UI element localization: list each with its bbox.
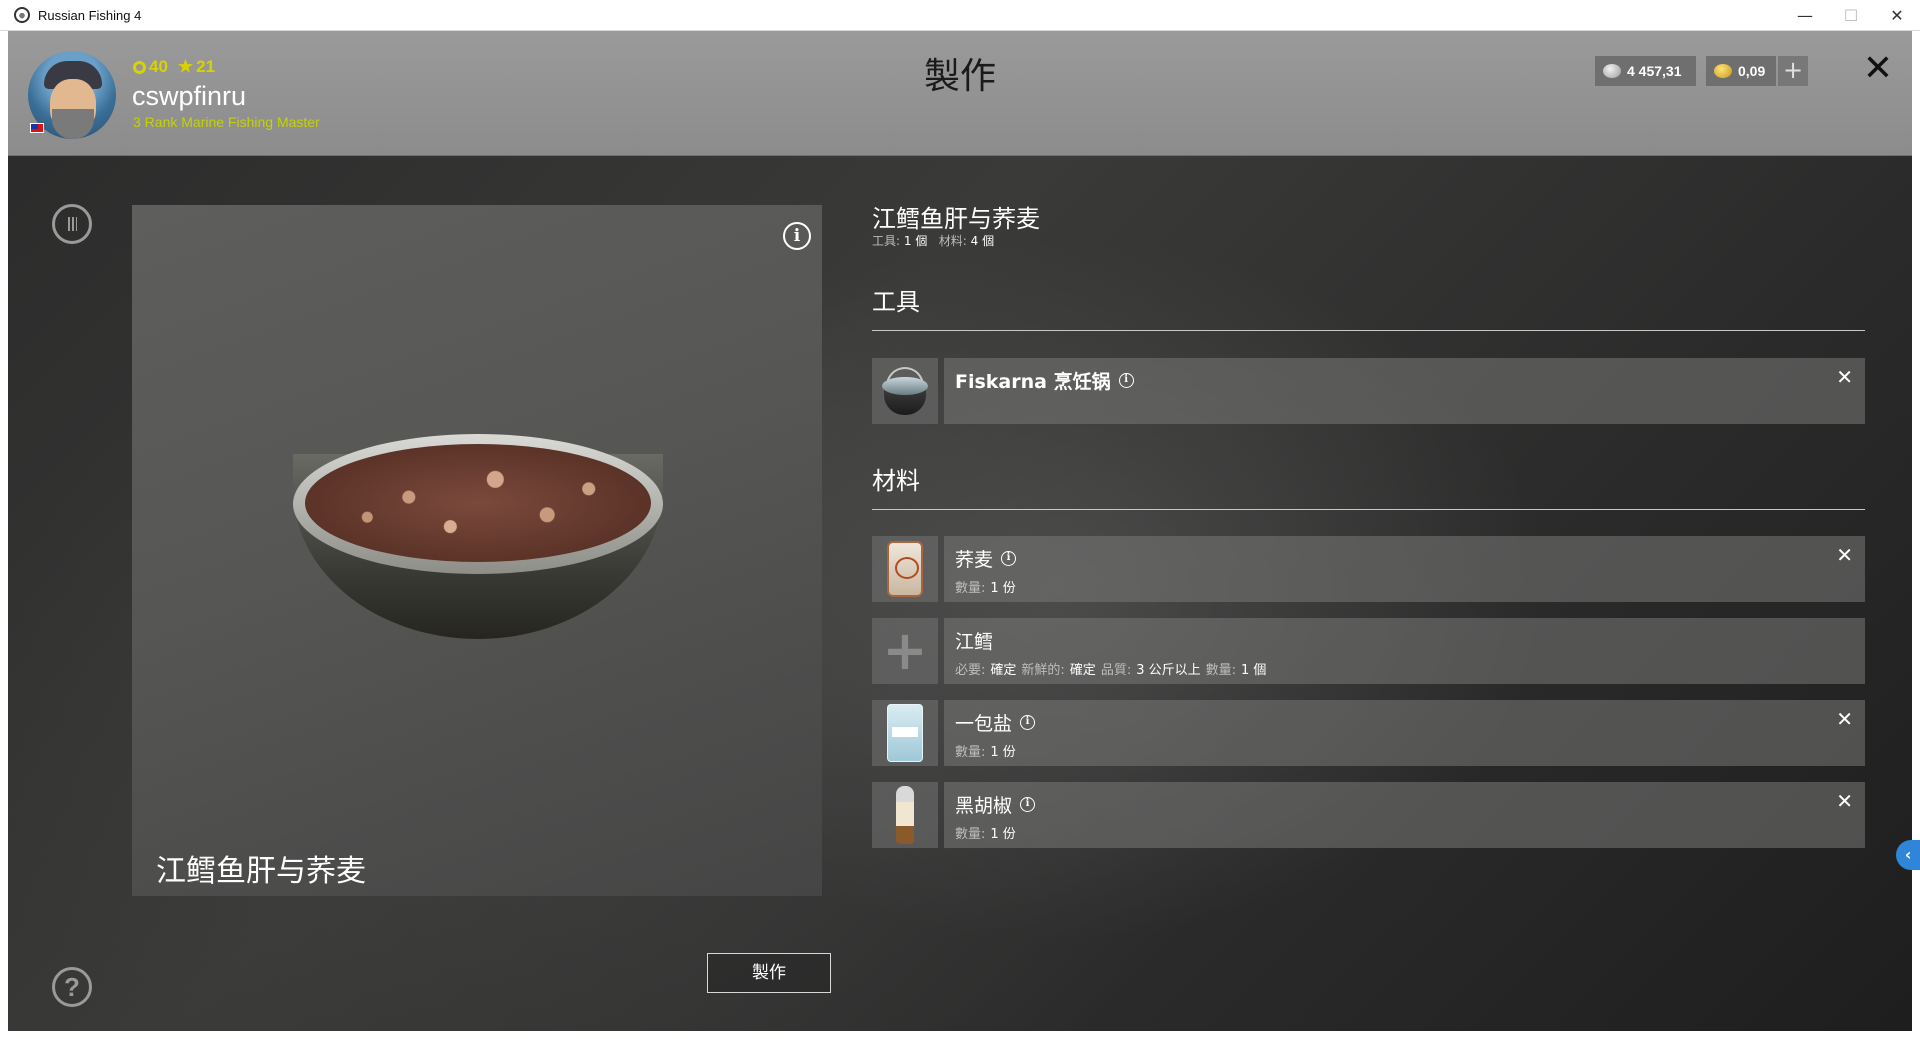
materials-count-value: 4 個 xyxy=(970,234,995,248)
player-rank: 3 Rank Marine Fishing Master xyxy=(133,114,320,130)
pot-icon xyxy=(882,367,928,415)
material-name: 黑胡椒 xyxy=(955,795,1013,817)
material-thumb xyxy=(872,536,938,602)
qty-value: 1 份 xyxy=(990,581,1016,596)
minimize-button[interactable]: — xyxy=(1782,0,1828,31)
remove-button[interactable]: ✕ xyxy=(1836,543,1853,567)
help-button[interactable]: ? xyxy=(52,967,92,1007)
remove-button[interactable]: ✕ xyxy=(1836,365,1853,389)
silver-value: 4 457,31 xyxy=(1627,63,1682,79)
bottom-edge xyxy=(0,1031,1920,1039)
material-name: 荞麦 xyxy=(955,549,994,571)
material-row[interactable]: + 江鳕 必要: 確定 新鮮的: 確定 品質: 3 公斤以上 數量: 1 個 xyxy=(872,618,1865,684)
material-thumb[interactable]: + xyxy=(872,618,938,684)
craft-button[interactable]: 製作 xyxy=(707,953,831,993)
material-row[interactable]: 荞麦 i 數量: 1 份 ✕ xyxy=(872,536,1865,602)
remove-button[interactable]: ✕ xyxy=(1836,707,1853,731)
gold-value: 0,09 xyxy=(1738,63,1766,79)
tool-thumb xyxy=(872,358,938,424)
materials-section-title: 材料 xyxy=(872,467,920,495)
qty-label: 數量: xyxy=(955,581,986,596)
country-flag-icon xyxy=(30,123,44,133)
gold-balance[interactable]: 0,09 xyxy=(1706,56,1776,86)
silver-balance[interactable]: 4 457,31 xyxy=(1595,56,1696,86)
material-row[interactable]: 一包盐 i 數量: 1 份 ✕ xyxy=(872,700,1865,766)
material-thumb xyxy=(872,700,938,766)
materials-count-label: 材料: xyxy=(938,234,967,248)
remove-button[interactable]: ✕ xyxy=(1836,789,1853,813)
tool-name: Fiskarna 烹饪锅 xyxy=(955,371,1111,393)
dish-bowl-image xyxy=(293,434,663,639)
qty-label: 數量: xyxy=(1205,663,1236,678)
close-button[interactable]: ✕ xyxy=(1858,49,1898,89)
window-title: Russian Fishing 4 xyxy=(38,7,142,23)
add-currency-button[interactable]: + xyxy=(1778,56,1808,86)
salt-pack-icon xyxy=(887,704,923,762)
tools-section-title: 工具 xyxy=(872,288,920,316)
tools-count-label: 工具: xyxy=(872,234,901,248)
quality-value: 3 公斤以上 xyxy=(1136,663,1201,678)
material-row[interactable]: 黑胡椒 i 數量: 1 份 ✕ xyxy=(872,782,1865,848)
tool-row[interactable]: Fiskarna 烹饪锅 i ✕ xyxy=(872,358,1865,424)
window-close-button[interactable]: ✕ xyxy=(1874,0,1920,31)
quality-label: 品質: xyxy=(1100,663,1132,678)
qty-value: 1 個 xyxy=(1241,663,1267,678)
game-viewport: 40 ★ 21 cswpfinru 3 Rank Marine Fishing … xyxy=(8,31,1912,1031)
app-icon xyxy=(14,7,30,23)
info-icon[interactable]: i xyxy=(1118,373,1134,388)
buckwheat-bag-icon xyxy=(887,541,923,597)
gold-coin-icon xyxy=(1714,64,1732,78)
required-label: 必要: xyxy=(955,663,986,678)
qty-value: 1 份 xyxy=(990,745,1016,760)
recipe-title: 江鳕鱼肝与荞麦 xyxy=(872,205,1040,233)
info-icon[interactable]: i xyxy=(1020,715,1036,730)
fresh-label: 新鮮的: xyxy=(1021,663,1065,678)
silver-coin-icon xyxy=(1603,64,1621,78)
preview-dish-name: 江鳕鱼肝与荞麦 xyxy=(156,854,366,889)
tools-count-value: 1 個 xyxy=(903,234,928,248)
materials-divider xyxy=(872,509,1865,510)
pepper-grinder-icon xyxy=(896,786,914,844)
side-panel-toggle[interactable]: ‹ xyxy=(1896,840,1920,870)
required-value: 確定 xyxy=(990,663,1017,678)
window-titlebar: Russian Fishing 4 — ☐ ✕ xyxy=(0,0,1920,31)
add-slot-icon[interactable]: + xyxy=(882,624,927,678)
qty-label: 數量: xyxy=(955,827,986,842)
header-bar: 40 ★ 21 cswpfinru 3 Rank Marine Fishing … xyxy=(8,31,1912,156)
tools-divider xyxy=(872,330,1865,331)
info-icon[interactable]: i xyxy=(1020,797,1036,812)
back-arrow-icon xyxy=(67,217,77,231)
material-name: 江鳕 xyxy=(955,631,994,653)
qty-label: 數量: xyxy=(955,745,986,760)
info-icon[interactable]: i xyxy=(1001,551,1017,566)
qty-value: 1 份 xyxy=(990,827,1016,842)
material-name: 一包盐 xyxy=(955,713,1013,735)
maximize-button[interactable]: ☐ xyxy=(1828,0,1874,31)
info-icon[interactable]: i xyxy=(783,222,811,250)
material-thumb xyxy=(872,782,938,848)
back-button[interactable] xyxy=(52,204,92,244)
recipe-summary: 工具: 1 個 材料: 4 個 xyxy=(872,232,994,249)
dish-preview: i 江鳕鱼肝与荞麦 xyxy=(132,205,822,896)
fresh-value: 確定 xyxy=(1069,663,1096,678)
